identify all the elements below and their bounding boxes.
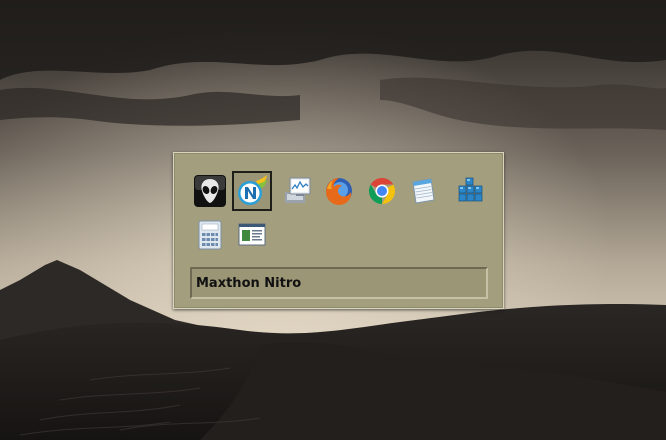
app-maxthon-nitro[interactable]	[232, 171, 272, 211]
app-firefox[interactable]	[319, 171, 359, 211]
window-app-icon	[238, 223, 266, 246]
app-calculator[interactable]	[190, 215, 230, 255]
maxthon-nitro-icon	[238, 175, 267, 205]
app-window[interactable]	[232, 215, 272, 255]
notepad-icon	[412, 178, 435, 204]
chrome-icon	[368, 177, 396, 205]
firefox-icon	[326, 178, 352, 205]
selected-app-title-box: Maxthon Nitro	[190, 267, 488, 299]
foobar2000-alien-icon	[194, 175, 226, 207]
app-foobar2000[interactable]	[190, 171, 230, 211]
registry-editor-icon	[458, 177, 483, 202]
alt-tab-switcher: Maxthon Nitro	[173, 152, 504, 309]
app-notepad[interactable]	[403, 171, 443, 211]
app-resource-monitor[interactable]	[277, 171, 317, 211]
resource-monitor-icon	[285, 177, 311, 203]
calculator-icon	[198, 220, 222, 250]
selected-app-title: Maxthon Nitro	[196, 276, 302, 291]
app-chrome[interactable]	[362, 171, 402, 211]
app-registry-editor[interactable]	[449, 171, 489, 211]
